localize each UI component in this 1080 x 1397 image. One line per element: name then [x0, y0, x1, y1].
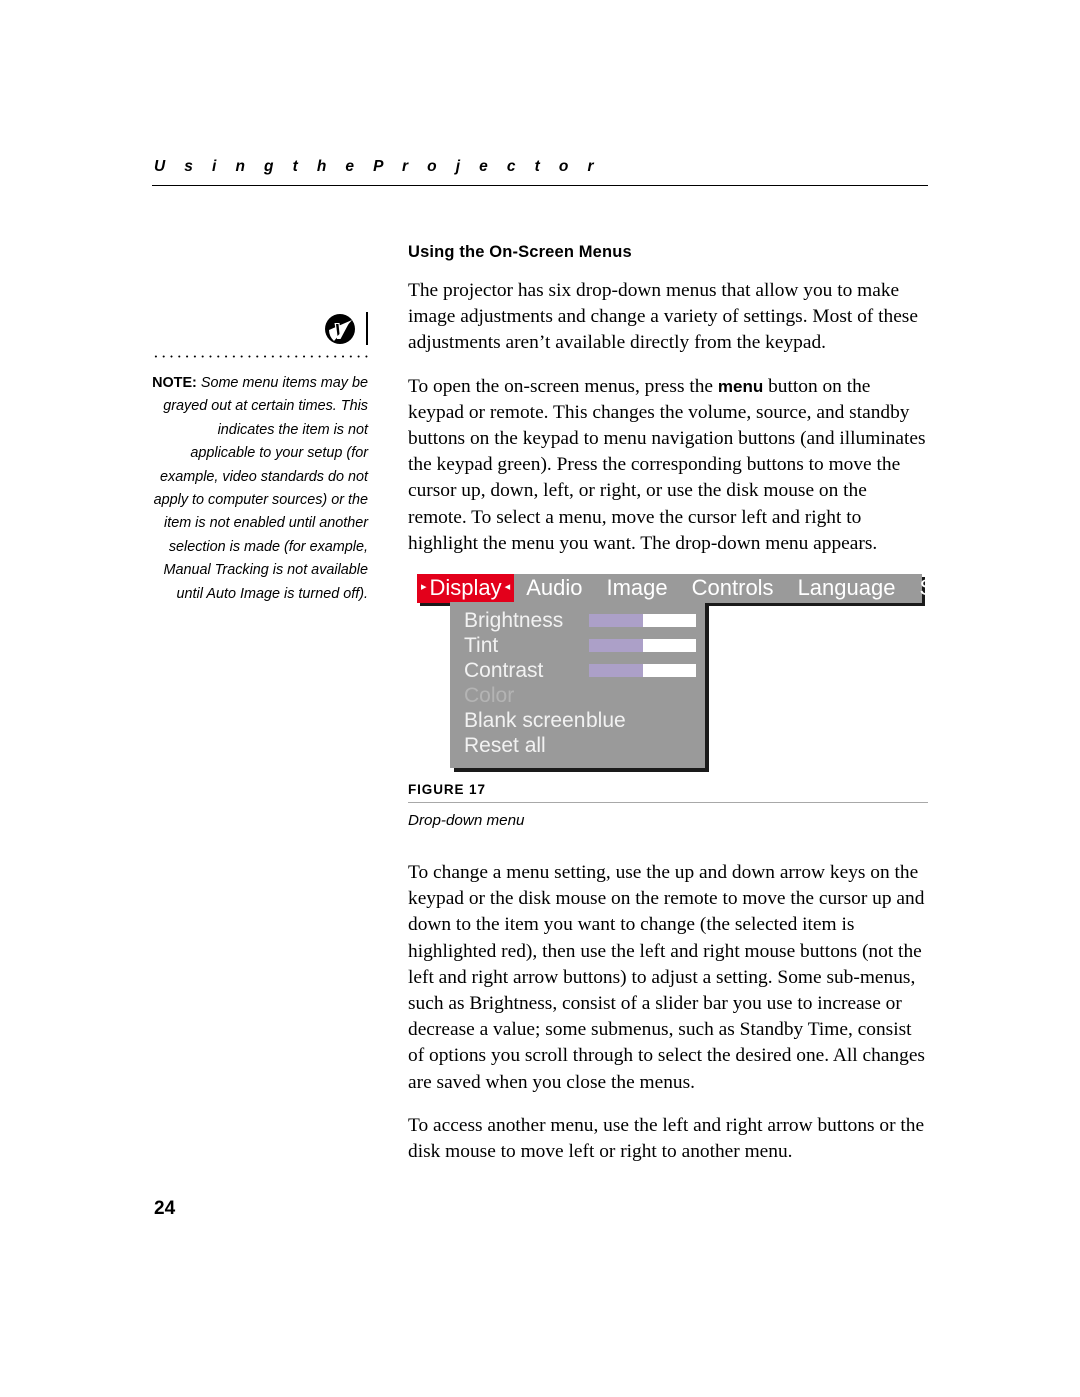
osd-screenshot: ▸ Display ◂ Audio Image Controls Languag… — [417, 574, 982, 769]
note-body: NOTE: Some menu items may be grayed out … — [152, 372, 368, 606]
note-lightning-badge-icon — [324, 313, 355, 344]
slider-fill — [589, 614, 643, 628]
osd-item-contrast-slider[interactable] — [589, 664, 696, 678]
figure-17: ▸ Display ◂ Audio Image Controls Languag… — [408, 574, 982, 829]
osd-tab-language[interactable]: Language — [786, 574, 908, 603]
osd-item-brightness-slider[interactable] — [589, 614, 696, 628]
figure-caption: FIGURE 17 Drop-down menu — [408, 782, 928, 829]
slider-fill — [589, 664, 643, 678]
osd-tab-image-label: Image — [606, 574, 668, 600]
note-vertical-rule — [365, 312, 368, 345]
note-label: NOTE: — [152, 375, 197, 391]
osd-item-tint-label: Tint — [464, 633, 499, 657]
osd-tab-audio[interactable]: Audio — [514, 574, 594, 603]
osd-item-brightness[interactable]: Brightness — [450, 608, 705, 633]
osd-item-contrast-label: Contrast — [464, 658, 544, 682]
osd-tab-language-label: Language — [797, 574, 896, 600]
osd-item-reset-all-label: Reset all — [464, 733, 546, 757]
paragraph-4: To access another menu, use the left and… — [408, 1114, 925, 1163]
osd-tab-display[interactable]: ▸ Display ◂ — [417, 574, 515, 604]
main-content-column: Using the On-Screen Menus The projector … — [408, 243, 982, 1182]
paragraph-2: To open the on-screen menus, press the m… — [408, 374, 928, 557]
note-icon-row — [152, 306, 368, 352]
caret-right-icon: ▸ — [421, 581, 427, 594]
figure-label: FIGURE 17 — [408, 782, 486, 798]
osd-tab-controls[interactable]: Controls — [680, 574, 786, 603]
margin-note: NOTE: Some menu items may be grayed out … — [152, 306, 368, 606]
osd-item-tint-slider[interactable] — [589, 639, 696, 653]
section-heading: Using the On-Screen Menus — [408, 243, 632, 261]
osd-tab-audio-label: Audio — [526, 574, 583, 600]
note-text: Some menu items may be grayed out at cer… — [153, 375, 368, 602]
paragraph-2-part-b: button on the keypad or remote. This cha… — [408, 375, 926, 554]
osd-item-brightness-label: Brightness — [464, 608, 564, 632]
osd-tab-display-label: Display — [429, 574, 502, 600]
caret-left-icon: ◂ — [504, 581, 511, 594]
osd-tab-status-label: Status — [919, 574, 982, 600]
osd-item-blank-screen-value: blue — [586, 708, 626, 732]
osd-tab-image[interactable]: Image — [594, 574, 679, 603]
osd-item-reset-all[interactable]: Reset all — [450, 733, 705, 758]
osd-dropdown-panel: Brightness Tint Contrast Color Blank scr… — [450, 602, 705, 769]
osd-item-color-label: Color — [464, 683, 515, 707]
running-header-text: U s i n g t h e P r o j e c t o r — [154, 158, 601, 175]
osd-item-contrast[interactable]: Contrast — [450, 658, 705, 683]
figure-divider — [408, 802, 928, 804]
menu-button-emphasis: menu — [717, 376, 764, 396]
slider-fill — [589, 639, 643, 653]
header-divider — [152, 185, 928, 186]
paragraph-3: To change a menu setting, use the up and… — [408, 862, 925, 1093]
paragraph-1: The projector has six drop-down menus th… — [408, 280, 918, 354]
osd-menu-bar: ▸ Display ◂ Audio Image Controls Languag… — [417, 574, 982, 604]
paragraph-2-part-a: To open the on-screen menus, press the — [408, 375, 718, 397]
osd-tab-controls-label: Controls — [691, 574, 774, 600]
page-number: 24 — [154, 1198, 176, 1219]
figure-description: Drop-down menu — [408, 812, 525, 830]
osd-item-color: Color — [450, 683, 705, 708]
osd-item-tint[interactable]: Tint — [450, 633, 705, 658]
running-header: U s i n g t h e P r o j e c t o r — [152, 158, 928, 186]
osd-item-blank-screen[interactable]: Blank screen blue — [450, 708, 705, 733]
osd-item-blank-screen-label: Blank screen — [464, 708, 586, 732]
note-dotted-divider — [152, 355, 368, 358]
osd-tab-status[interactable]: Status — [907, 574, 993, 603]
